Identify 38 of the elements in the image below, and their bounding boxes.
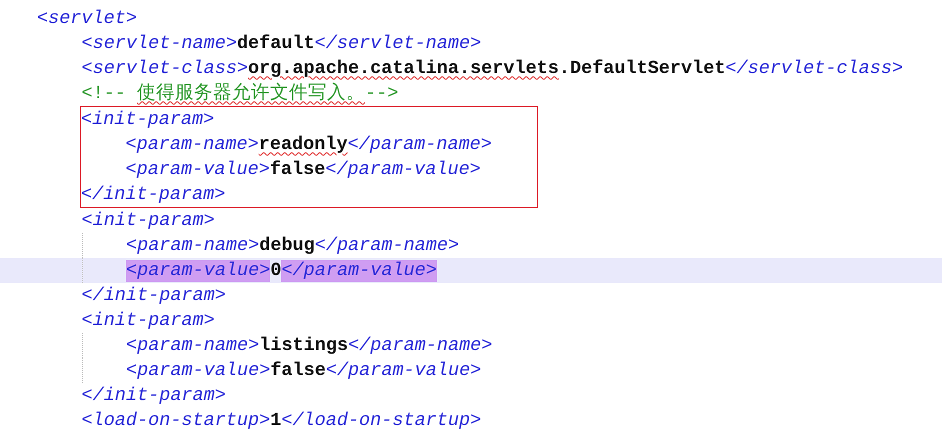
xml-tag: </init-param> [81, 184, 226, 206]
xml-tag: <servlet> [37, 8, 137, 30]
element-value: default [236, 32, 315, 54]
xml-tag: </servlet-name> [314, 32, 482, 54]
element-value: .DefaultServlet [558, 58, 726, 80]
element-value: false [270, 158, 326, 180]
xml-tag: <init-param> [82, 210, 215, 232]
matched-tag: </param-value> [281, 260, 437, 282]
misspelled-value: readonly [258, 134, 348, 156]
misspelled-value: org.apache.catalina.servlets [248, 58, 559, 80]
xml-tag: </param-name> [314, 234, 460, 256]
xml-tag: <param-name> [126, 234, 260, 256]
xml-tag: <servlet-class> [82, 58, 248, 80]
element-value: 0 [270, 260, 282, 282]
xml-tag: <load-on-startup> [82, 410, 270, 431]
xml-tag: </init-param> [82, 384, 226, 406]
code-comment: --> [365, 82, 398, 104]
code-comment: 使得服务器允许文件写入。 [137, 82, 366, 104]
xml-tag: <param-value> [126, 158, 270, 180]
xml-tag: </load-on-startup> [281, 410, 482, 431]
matched-tag: <param-value> [126, 260, 270, 282]
xml-tag: <param-value> [126, 360, 270, 382]
element-value: false [270, 360, 326, 382]
xml-tag: <param-name> [126, 134, 259, 156]
xml-tag: </param-name> [348, 134, 492, 156]
element-value: debug [259, 234, 315, 256]
code-comment: <!-- [82, 82, 127, 104]
xml-tag: <servlet-name> [82, 32, 237, 54]
xml-tag: <init-param> [82, 310, 215, 332]
xml-tag: </param-value> [325, 158, 481, 180]
xml-tag: <init-param> [81, 108, 214, 130]
xml-tag: </init-param> [82, 284, 226, 306]
element-value: 1 [270, 410, 282, 431]
xml-tag: </param-name> [348, 334, 492, 356]
xml-tag: </servlet-class> [725, 58, 904, 80]
xml-tag: </param-value> [326, 360, 482, 382]
xml-tag: <param-name> [126, 334, 260, 356]
element-value: listings [259, 334, 348, 356]
